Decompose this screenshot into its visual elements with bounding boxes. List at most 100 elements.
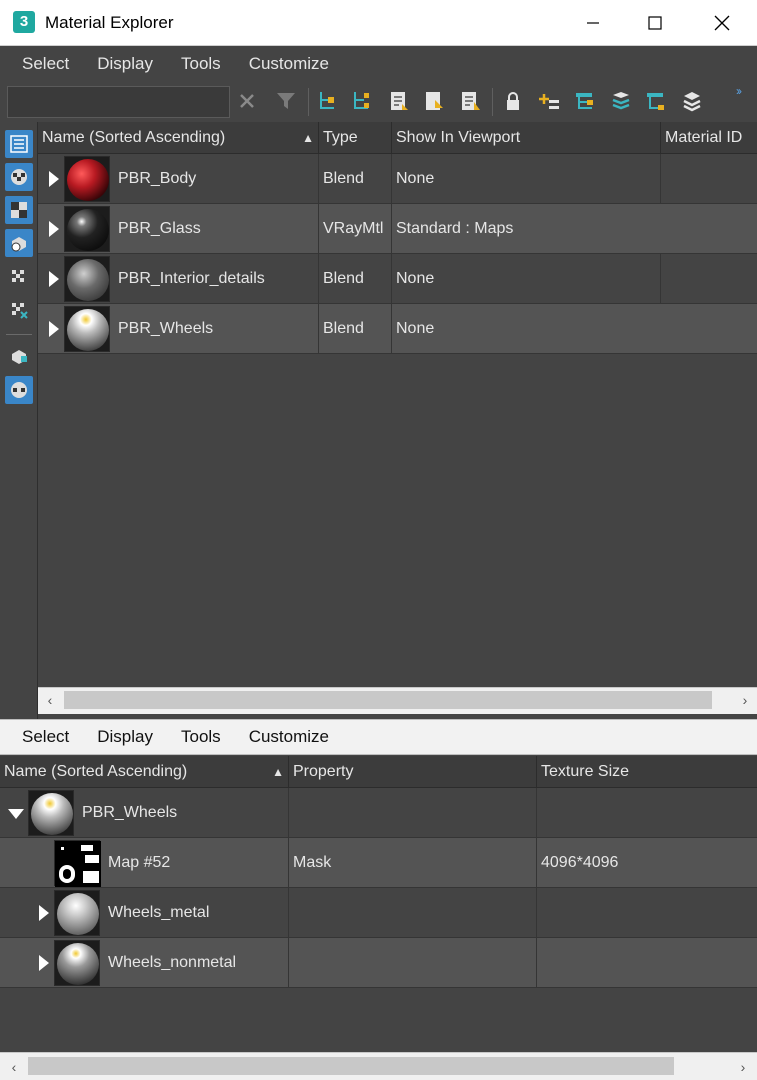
material-sphere-icon — [67, 309, 109, 351]
material-type: Blend — [319, 154, 392, 204]
menu-select[interactable]: Select — [8, 54, 83, 74]
scrollbar-thumb[interactable] — [28, 1057, 674, 1075]
table-row[interactable]: PBR_Interior_details Blend None — [38, 254, 757, 304]
material-list-grid: Name (Sorted Ascending) ▲ Type Show In V… — [38, 122, 757, 687]
material-viewport: Standard : Maps — [396, 220, 514, 237]
material-type: VRayMtl — [319, 204, 392, 254]
column-header-texture-size[interactable]: Texture Size — [537, 756, 757, 788]
material-name: PBR_Wheels — [114, 304, 319, 354]
table-row[interactable]: PBR_Wheels — [0, 788, 757, 838]
material-id — [661, 154, 757, 204]
column-header-label: Name (Sorted Ascending) — [4, 763, 188, 780]
select-by-material-icon[interactable] — [421, 88, 447, 114]
material-property — [289, 888, 537, 938]
material-thumbnail — [64, 306, 110, 352]
scroll-left-icon[interactable]: ‹ — [2, 1055, 26, 1079]
tree-icon[interactable] — [643, 88, 669, 114]
expand-arrow-icon[interactable] — [39, 955, 49, 971]
expand-arrow-icon[interactable] — [49, 321, 59, 337]
material-thumbnail — [64, 156, 110, 202]
sort-ascending-icon: ▲ — [302, 131, 314, 145]
scroll-left-icon[interactable]: ‹ — [38, 688, 62, 712]
select-instances-icon[interactable] — [348, 88, 374, 114]
object-assign-icon[interactable] — [5, 342, 33, 370]
close-icon — [714, 15, 730, 31]
checker-map-icon[interactable] — [5, 196, 33, 224]
app-logo-icon: 3 — [13, 11, 35, 33]
scroll-right-icon[interactable]: › — [733, 688, 757, 712]
add-material-icon[interactable] — [536, 88, 562, 114]
minimize-button[interactable] — [560, 0, 626, 46]
material-id — [661, 254, 757, 304]
material-name: PBR_Wheels — [78, 788, 289, 838]
clear-search-icon[interactable] — [234, 88, 260, 114]
sort-ascending-icon: ▲ — [272, 765, 284, 779]
left-tool-strip — [0, 122, 38, 719]
menu-display[interactable]: Display — [83, 727, 167, 747]
column-header-name[interactable]: Name (Sorted Ascending) ▲ — [38, 122, 319, 154]
column-header-name[interactable]: Name (Sorted Ascending) ▲ — [0, 756, 289, 788]
column-header-type[interactable]: Type — [319, 122, 392, 154]
layers-down-icon[interactable] — [608, 88, 634, 114]
menu-tools[interactable]: Tools — [167, 727, 235, 747]
filter-icon[interactable] — [273, 88, 299, 114]
table-row[interactable]: Map #52 Mask 4096*4096 — [0, 838, 757, 888]
expand-arrow-icon[interactable] — [49, 171, 59, 187]
texture-size: 4096*4096 — [541, 854, 619, 871]
table-row[interactable]: PBR_Body Blend None — [38, 154, 757, 204]
material-type: Blend — [319, 304, 392, 354]
texture-size — [537, 888, 757, 938]
select-children-icon[interactable] — [314, 88, 340, 114]
menu-select[interactable]: Select — [8, 727, 83, 747]
column-header-show-in-viewport[interactable]: Show In Viewport — [392, 122, 661, 154]
menu-tools[interactable]: Tools — [167, 54, 235, 74]
material-property: Mask — [289, 838, 537, 888]
find-material-icon[interactable] — [386, 88, 412, 114]
material-viewport: None — [392, 254, 661, 304]
toolbar-overflow-icon[interactable]: ›› — [736, 84, 742, 98]
close-button[interactable] — [689, 0, 755, 46]
material-thumbnail — [64, 256, 110, 302]
menu-customize[interactable]: Customize — [235, 54, 343, 74]
list-view-icon[interactable] — [5, 130, 33, 158]
material-id — [661, 304, 757, 354]
texture-size — [537, 938, 757, 988]
table-row[interactable]: PBR_Wheels Blend None — [38, 304, 757, 354]
layers-icon[interactable] — [679, 88, 705, 114]
collapse-arrow-icon[interactable] — [8, 809, 24, 819]
search-input[interactable] — [7, 86, 230, 118]
object-material-icon[interactable] — [5, 229, 33, 257]
hierarchy-icon[interactable] — [572, 88, 598, 114]
expand-arrow-icon[interactable] — [49, 271, 59, 287]
scrollbar-thumb[interactable] — [64, 691, 712, 709]
minimize-icon — [587, 22, 599, 24]
lock-icon[interactable] — [500, 88, 526, 114]
checker-x-icon[interactable] — [5, 296, 33, 324]
material-name: PBR_Interior_details — [114, 254, 319, 304]
checker-material-icon[interactable] — [5, 163, 33, 191]
material-sphere-icon — [31, 793, 73, 835]
table-row[interactable]: Wheels_metal — [0, 888, 757, 938]
column-header-material-id[interactable]: Material ID — [661, 122, 757, 154]
texture-size — [537, 788, 757, 838]
checker-small-icon[interactable] — [5, 263, 33, 291]
top-horizontal-scrollbar[interactable]: ‹ › — [38, 687, 757, 714]
table-row[interactable]: PBR_Glass VRayMtl Standard : Maps — [38, 204, 757, 254]
maximize-button[interactable] — [622, 0, 688, 46]
scroll-right-icon[interactable]: › — [731, 1055, 755, 1079]
menu-customize[interactable]: Customize — [235, 727, 343, 747]
column-header-property[interactable]: Property — [289, 756, 537, 788]
sphere-checker-icon[interactable] — [5, 376, 33, 404]
menu-display[interactable]: Display — [83, 54, 167, 74]
grid-header: Name (Sorted Ascending) ▲ Type Show In V… — [38, 122, 757, 154]
material-property — [289, 788, 537, 838]
material-name: Wheels_nonmetal — [104, 938, 289, 988]
expand-arrow-icon[interactable] — [49, 221, 59, 237]
bottom-horizontal-scrollbar[interactable]: ‹ › — [0, 1052, 757, 1080]
title-bar: 3 Material Explorer — [0, 0, 757, 46]
edit-material-icon[interactable] — [457, 88, 483, 114]
expand-arrow-icon[interactable] — [39, 905, 49, 921]
table-row[interactable]: Wheels_nonmetal — [0, 938, 757, 988]
strip-separator — [6, 334, 32, 335]
material-viewport: None — [396, 320, 435, 337]
